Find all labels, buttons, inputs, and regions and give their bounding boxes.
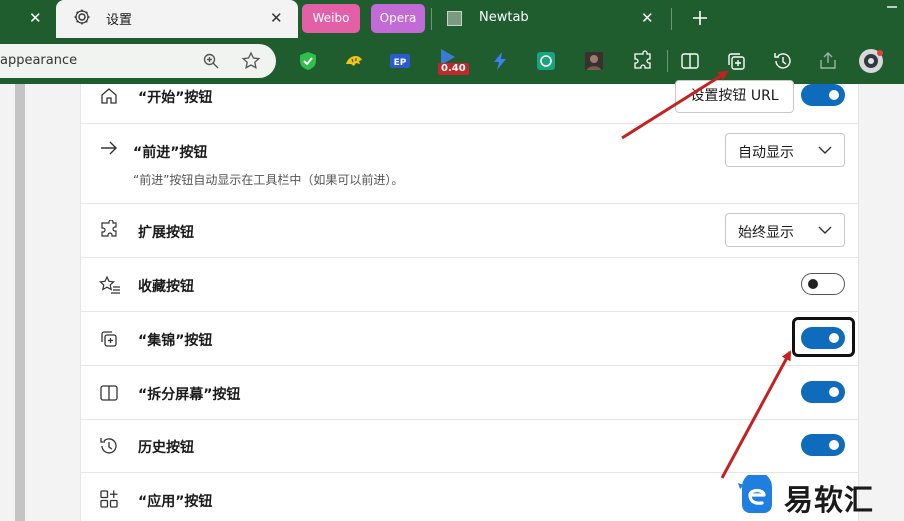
tab-settings[interactable]: 设置 ✕ (56, 0, 298, 38)
toolbar-buttons-settings-card: “开始”按钮 设置按钮 URL “前进”按钮 “前进”按钮自动显示在工具栏中（如… (80, 80, 859, 521)
history-button-toggle[interactable] (801, 434, 845, 456)
history-icon[interactable] (772, 50, 794, 72)
watermark-text: 易软汇 (784, 483, 875, 517)
share-icon[interactable] (817, 50, 839, 72)
close-tab-icon[interactable]: ✕ (641, 11, 654, 26)
setting-title: “开始”按钮 (138, 90, 213, 106)
avatar-extension-icon[interactable] (583, 50, 605, 72)
setting-row-favorites: 收藏按钮 (81, 258, 858, 312)
home-button-toggle[interactable] (801, 84, 845, 106)
watermark-logo-icon (738, 475, 772, 513)
collections-icon[interactable] (725, 50, 747, 72)
lightning-extension-icon[interactable] (489, 50, 511, 72)
divider (671, 8, 672, 30)
tiger-extension-icon[interactable] (343, 50, 365, 72)
zoom-icon[interactable] (202, 52, 220, 70)
profile-icon[interactable] (857, 47, 885, 75)
chevron-down-icon (818, 226, 832, 234)
page-scrollbar[interactable] (15, 84, 25, 521)
pinned-tab-opera[interactable]: Opera (371, 4, 425, 33)
forward-button-visibility-select[interactable]: 自动显示 (725, 133, 845, 167)
collections-icon (101, 331, 117, 347)
gear-icon (74, 9, 90, 25)
setting-row-collections: “集锦”按钮 (81, 312, 858, 366)
favorites-star-list-icon (99, 275, 120, 294)
split-screen-icon (100, 385, 118, 401)
extensions-puzzle-icon[interactable] (631, 50, 653, 72)
svg-text:EP: EP (394, 58, 407, 68)
ep-extension-icon[interactable]: EP (389, 50, 411, 72)
shield-extension-icon[interactable] (297, 50, 319, 72)
apps-grid-icon (100, 490, 118, 508)
puzzle-icon (101, 220, 117, 237)
tab-label: 设置 (106, 13, 133, 28)
home-icon (101, 88, 117, 104)
setting-title: “应用”按钮 (138, 494, 213, 510)
favorite-star-icon[interactable] (241, 51, 261, 71)
address-text: appearance (0, 53, 78, 68)
close-tab-icon[interactable]: ✕ (270, 11, 283, 26)
divider (431, 8, 432, 30)
setting-row-home: “开始”按钮 设置按钮 URL (81, 80, 858, 124)
minimize-icon[interactable] (884, 0, 900, 14)
setting-title: “集锦”按钮 (138, 333, 213, 349)
pinned-tab-weibo[interactable]: Weibo (302, 4, 360, 33)
setting-row-split-screen: “拆分屏幕”按钮 (81, 366, 858, 420)
favorites-button-toggle[interactable] (801, 273, 845, 295)
setting-title: 收藏按钮 (138, 279, 194, 295)
chevron-down-icon (818, 146, 832, 154)
setting-title: 扩展按钮 (138, 225, 194, 241)
new-tab-plus-icon[interactable] (690, 8, 710, 28)
extensions-button-visibility-select[interactable]: 始终显示 (725, 213, 845, 247)
split-screen-button-toggle[interactable] (801, 381, 845, 403)
address-bar[interactable]: appearance (0, 44, 276, 78)
split-screen-icon[interactable] (679, 50, 701, 72)
page-favicon-icon (447, 11, 462, 26)
divider (667, 50, 668, 72)
setting-title: “拆分屏幕”按钮 (138, 387, 241, 403)
set-home-url-button[interactable]: 设置按钮 URL (675, 80, 794, 113)
toolbar: appearance EP 0.40 (0, 38, 904, 84)
setting-description: “前进”按钮自动显示在工具栏中（如果可以前进）。 (133, 173, 404, 187)
close-tab-icon[interactable]: ✕ (29, 11, 42, 26)
setting-row-forward: “前进”按钮 “前进”按钮自动显示在工具栏中（如果可以前进）。 自动显示 (81, 124, 858, 204)
collections-button-toggle[interactable] (801, 327, 845, 349)
history-icon (100, 438, 117, 454)
openai-extension-icon[interactable] (535, 50, 557, 72)
extension-badge: 0.40 (438, 63, 469, 75)
tab-newtab[interactable]: Newtab ✕ (436, 0, 668, 38)
setting-title: 历史按钮 (138, 440, 194, 456)
setting-title: “前进”按钮 (133, 145, 208, 161)
select-value: 始终显示 (738, 225, 794, 241)
tab-strip: ✕ 设置 ✕ Weibo Opera Newtab ✕ (0, 0, 904, 38)
forward-arrow-icon (101, 141, 117, 155)
select-value: 自动显示 (738, 145, 794, 161)
tab-label: Newtab (479, 10, 529, 25)
setting-row-history: 历史按钮 (81, 420, 858, 473)
watermark: 易软汇 (732, 471, 904, 521)
setting-row-extensions: 扩展按钮 始终显示 (81, 204, 858, 258)
